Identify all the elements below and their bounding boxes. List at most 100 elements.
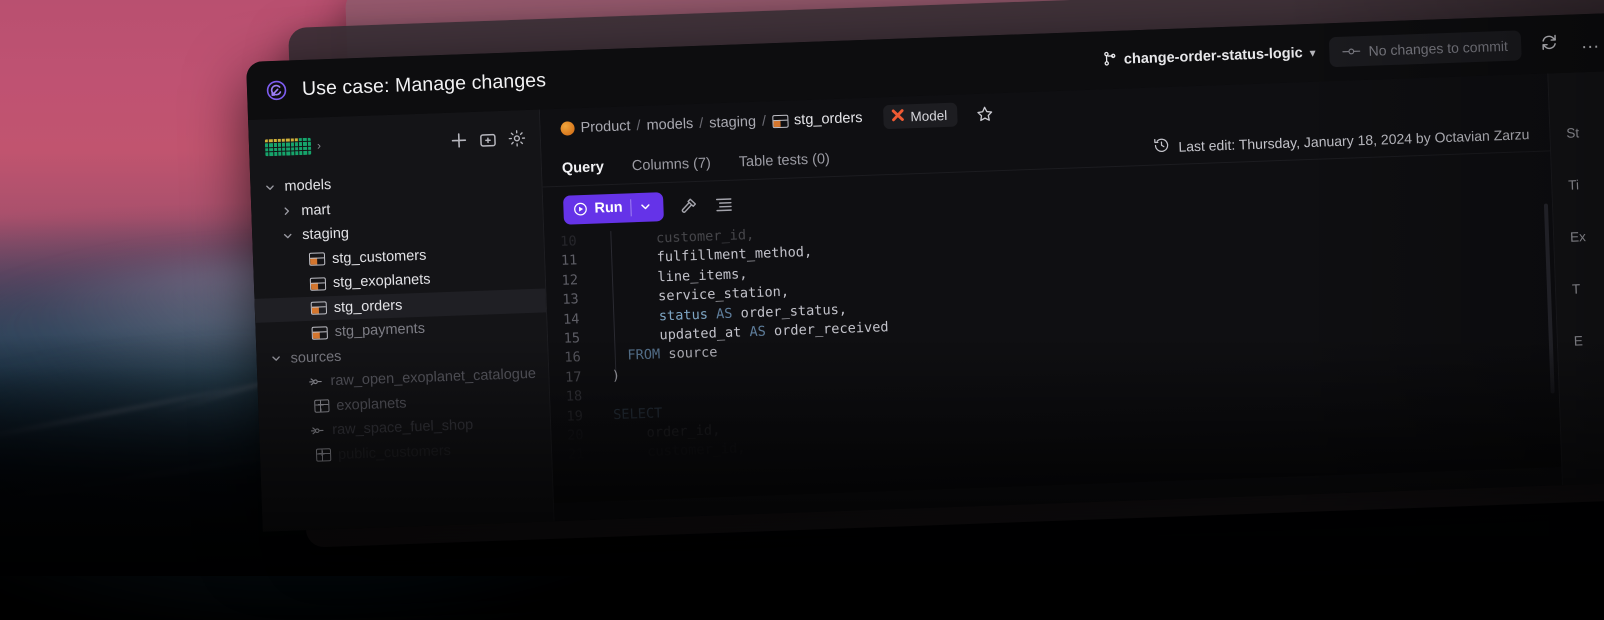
tree-indent [289, 309, 304, 310]
sql-code-editor[interactable]: 10 customer_id,11 fulfillment_method,12 … [544, 197, 1561, 503]
breadcrumb-item-staging[interactable]: staging [709, 114, 756, 132]
tree-indent [288, 284, 303, 285]
line-number: 12 [558, 271, 593, 292]
dbt-spiral-logo-icon [265, 78, 289, 102]
gear-icon[interactable] [508, 129, 527, 148]
model-icon [309, 253, 325, 267]
breadcrumb-item-Product[interactable]: Product [580, 118, 631, 136]
details-panel-row[interactable]: Ex [1553, 207, 1604, 263]
run-button[interactable]: Run [563, 192, 664, 225]
code-token: order_id, [597, 422, 720, 442]
table-icon [316, 448, 331, 462]
line-number: 14 [559, 309, 594, 330]
line-number: 20 [563, 426, 598, 447]
editor-pane: Product/models/staging/stg_orders Model [540, 73, 1562, 521]
breadcrumb-item-stg_orders[interactable]: stg_orders [794, 110, 863, 128]
table-icon [314, 399, 329, 413]
chevron-down-icon [262, 182, 277, 194]
refresh-icon [1539, 33, 1558, 57]
branch-name: change-order-status-logic [1124, 45, 1303, 67]
git-commit-icon [1342, 43, 1361, 60]
tree-item-label: stg_exoplanets [333, 272, 431, 291]
code-token: SELECT [597, 405, 663, 423]
code-token: AS [716, 305, 741, 322]
tree-item-label: models [284, 177, 331, 195]
line-number: 15 [560, 329, 595, 350]
run-button-label: Run [594, 200, 623, 217]
tree-item-label: sources [290, 349, 341, 367]
more-options-button[interactable]: … [1576, 28, 1604, 57]
line-number: 10 [556, 232, 591, 253]
code-token: status [593, 306, 716, 326]
breadcrumb-separator: / [762, 113, 767, 129]
tree-item-label: exoplanets [336, 395, 407, 413]
tree-item-label: raw_space_fuel_shop [332, 417, 474, 438]
status-badge[interactable]: Model [883, 103, 958, 130]
file-tree: models mart staging stg_customers stg_exopla… [250, 160, 552, 470]
model-icon [310, 277, 326, 291]
window-body: › [248, 69, 1604, 532]
tree-item-label: stg_orders [334, 297, 403, 315]
last-edit-label: Last edit: Thursday, January 18, 2024 by… [1178, 126, 1530, 155]
history-clock-icon [1153, 137, 1170, 157]
details-panel-row[interactable]: St [1549, 103, 1604, 159]
title-bar-actions: change-order-status-logic ▾ No changes t… [1103, 26, 1604, 75]
run-button-divider [630, 199, 632, 216]
pumpkin-icon [560, 121, 574, 135]
line-number: 19 [563, 406, 598, 427]
line-number: 11 [557, 251, 592, 272]
tree-item-label: staging [302, 226, 349, 244]
source-icon [307, 376, 323, 389]
dbt-x-icon [891, 108, 905, 124]
application-window: Use case: Manage changes change-order-st… [246, 11, 1604, 531]
line-number: 18 [562, 387, 597, 408]
model-icon [312, 326, 328, 340]
line-number: 21 [564, 445, 599, 466]
code-token: customer_id, [590, 227, 754, 249]
code-token: FROM [594, 346, 668, 365]
git-branch-icon [1104, 50, 1118, 69]
code-token: ) [595, 368, 620, 385]
breadcrumb-item-models[interactable]: models [646, 116, 693, 134]
branch-selector[interactable]: change-order-status-logic ▾ [1104, 43, 1316, 70]
code-text: SELECT [597, 404, 663, 426]
project-selector[interactable]: › [265, 137, 322, 156]
format-lines-icon[interactable] [714, 196, 734, 213]
details-panel-row[interactable]: Ti [1551, 155, 1604, 211]
chevron-right-icon: › [317, 138, 321, 152]
sidebar-actions [450, 129, 527, 150]
model-icon [772, 114, 788, 128]
tab-table[interactable]: Table tests (0) [739, 151, 831, 179]
code-text: ) [595, 367, 620, 387]
line-number: 17 [561, 367, 596, 388]
tab-query[interactable]: Query [562, 159, 605, 185]
project-grid-icon [265, 137, 312, 156]
tree-item-label: public_customers [338, 443, 451, 463]
tree-item-label: mart [301, 202, 331, 219]
plus-icon[interactable] [450, 131, 469, 150]
code-token: order_status, [740, 301, 847, 321]
tree-indent [287, 431, 302, 432]
window-title: Use case: Manage changes [302, 69, 547, 101]
hammer-icon[interactable] [679, 195, 699, 215]
sidebar: › [248, 110, 555, 532]
folder-plus-icon[interactable] [479, 131, 498, 149]
details-panel-row[interactable]: E [1557, 311, 1604, 367]
code-text: customer_id, [598, 440, 746, 465]
tree-item-label: stg_customers [332, 247, 427, 266]
commit-status-badge[interactable]: No changes to commit [1329, 30, 1521, 67]
chevron-down-icon[interactable] [639, 200, 661, 213]
breadcrumb-separator: / [699, 116, 704, 132]
code-lines: 10 customer_id,11 fulfillment_method,12 … [556, 197, 1560, 465]
breadcrumb: Product/models/staging/stg_orders [560, 110, 862, 137]
details-panel-row[interactable]: T [1555, 259, 1604, 315]
line-number: 13 [558, 290, 593, 311]
tab-columns[interactable]: Columns (7) [632, 155, 712, 183]
line-number: 16 [560, 348, 595, 369]
chevron-down-icon [268, 353, 283, 365]
star-icon[interactable] [976, 105, 994, 123]
refresh-button[interactable] [1534, 30, 1563, 59]
chevron-down-icon: ▾ [1309, 46, 1316, 60]
code-token: AS [749, 323, 774, 340]
model-icon [311, 302, 327, 316]
